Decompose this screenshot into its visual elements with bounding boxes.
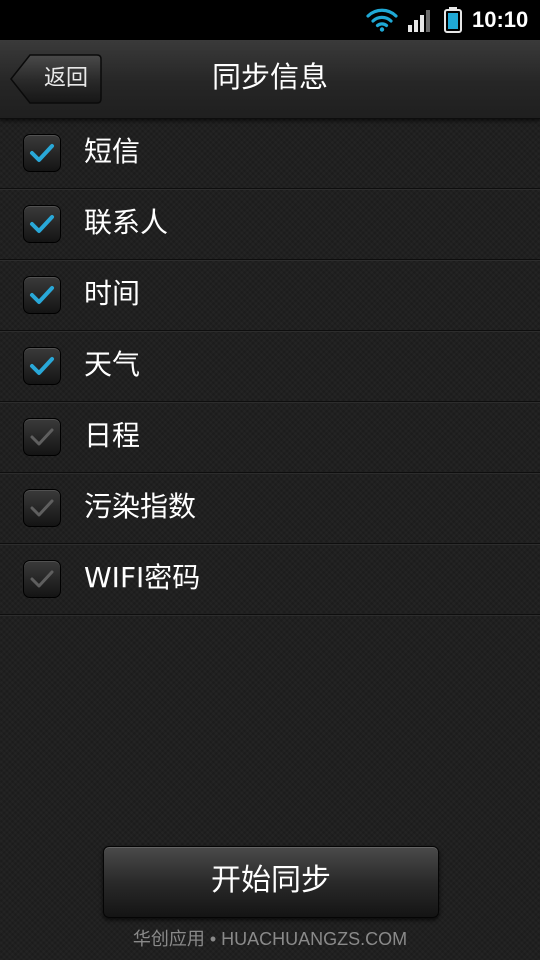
battery-icon (444, 7, 462, 33)
checkbox[interactable] (23, 276, 61, 314)
signal-icon (408, 10, 430, 32)
start-sync-button-label: 开始同步 (211, 863, 331, 898)
checkmark-icon (30, 144, 54, 162)
checkmark-icon (30, 286, 54, 304)
list-item[interactable]: 联系人 (0, 189, 540, 260)
footer-watermark: 华创应用 • HUACHUANGZS.COM (132, 929, 408, 949)
list-item[interactable]: 污染指数 (0, 473, 540, 544)
wifi-icon (366, 8, 398, 32)
screen: 10:10 返回 同步信息 短信联系人时间天气日程污染指数 WIFI密码 开始同步… (0, 0, 540, 960)
sync-options-list: 短信联系人时间天气日程污染指数 WIFI密码 (0, 118, 540, 615)
back-button-label: 返回 (43, 66, 88, 91)
checkbox[interactable] (23, 489, 61, 527)
list-item-label: 天气 (84, 348, 141, 381)
checkbox[interactable] (23, 347, 61, 385)
list-item-label: 日程 (84, 419, 141, 452)
list-item[interactable]: 日程 (0, 402, 540, 473)
checkmark-icon (30, 428, 54, 446)
checkmark-icon (30, 357, 54, 375)
checkbox[interactable] (23, 205, 61, 243)
start-sync-button[interactable]: 开始同步 (103, 846, 439, 918)
checkbox[interactable] (23, 418, 61, 456)
status-time: 10:10 (472, 7, 529, 32)
back-button[interactable]: 返回 (10, 54, 102, 104)
list-item-label: 时间 (84, 277, 141, 310)
list-item[interactable]: 时间 (0, 260, 540, 331)
checkmark-icon (30, 499, 54, 517)
checkmark-icon (30, 570, 54, 588)
checkmark-icon (30, 215, 54, 233)
list-item-label: 联系人 (84, 206, 169, 239)
checkbox[interactable] (23, 134, 61, 172)
status-bar: 10:10 (0, 0, 540, 40)
page-title: 同步信息 (211, 60, 328, 94)
list-item[interactable]: 短信 (0, 118, 540, 189)
list-item-label: 短信 (84, 135, 141, 168)
title-bar: 返回 同步信息 (0, 40, 540, 119)
checkbox[interactable] (23, 560, 61, 598)
list-item-label: 污染指数 (84, 490, 197, 523)
list-item[interactable]: WIFI密码 (0, 544, 540, 615)
list-item[interactable]: 天气 (0, 331, 540, 402)
list-item-label: WIFI密码 (84, 561, 201, 594)
